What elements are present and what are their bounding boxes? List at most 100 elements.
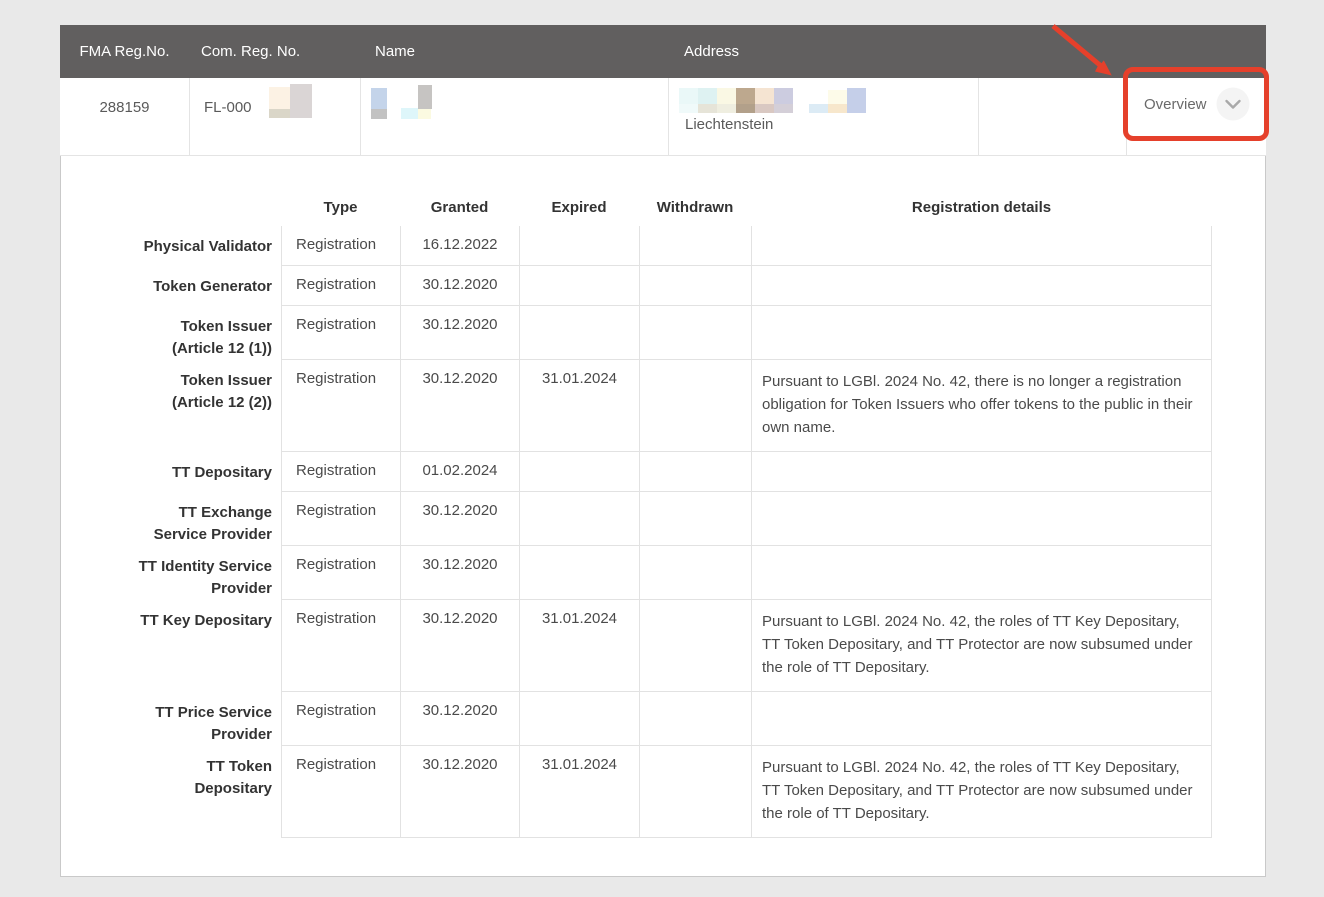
role-label: Token Issuer (Article 12 (1)) bbox=[121, 306, 272, 360]
granted-cell: 16.12.2022 bbox=[400, 226, 519, 266]
withdrawn-cell bbox=[639, 452, 751, 492]
expired-cell bbox=[519, 452, 639, 492]
granted-cell: 01.02.2024 bbox=[400, 452, 519, 492]
type-cell: Registration bbox=[281, 226, 400, 266]
empty-cell bbox=[978, 78, 1126, 155]
detail-header-granted: Granted bbox=[400, 199, 519, 216]
redaction-block bbox=[755, 104, 774, 113]
role-label: Physical Validator bbox=[121, 226, 272, 266]
role-label: TT Price Service Provider bbox=[121, 692, 272, 746]
table-row: Token Issuer (Article 12 (2)) Registrati… bbox=[61, 360, 1267, 452]
redaction-block bbox=[418, 85, 432, 109]
role-label: TT Identity Service Provider bbox=[121, 546, 272, 600]
granted-cell: 30.12.2020 bbox=[400, 692, 519, 746]
column-header-overview bbox=[1126, 25, 1266, 78]
redaction-block bbox=[755, 88, 774, 104]
redaction-block bbox=[774, 88, 793, 104]
table-row: TT Identity Service Provider Registratio… bbox=[61, 546, 1267, 600]
role-label: TT Key Depositary bbox=[121, 600, 272, 692]
overview-dropdown-button[interactable]: Overview bbox=[1144, 87, 1250, 121]
register-entry-card: FMA Reg.No. Com. Reg. No. Name Address 2… bbox=[60, 25, 1266, 877]
registration-details-cell bbox=[751, 546, 1212, 600]
redaction-block bbox=[736, 104, 755, 113]
type-cell: Registration bbox=[281, 546, 400, 600]
registration-details-cell: Pursuant to LGBl. 2024 No. 42, there is … bbox=[751, 360, 1212, 452]
table-row: TT Token Depositary Registration 30.12.2… bbox=[61, 746, 1267, 838]
redaction-block bbox=[828, 90, 847, 104]
redaction-block bbox=[290, 84, 312, 118]
redaction-block bbox=[269, 109, 290, 118]
type-cell: Registration bbox=[281, 692, 400, 746]
expired-cell: 31.01.2024 bbox=[519, 746, 639, 838]
granted-cell: 30.12.2020 bbox=[400, 266, 519, 306]
role-label: Token Issuer (Article 12 (2)) bbox=[121, 360, 272, 452]
registration-details-cell bbox=[751, 452, 1212, 492]
table-row: Token Issuer (Article 12 (1)) Registrati… bbox=[61, 306, 1267, 360]
registration-details-cell: Pursuant to LGBl. 2024 No. 42, the roles… bbox=[751, 746, 1212, 838]
withdrawn-cell bbox=[639, 266, 751, 306]
granted-cell: 30.12.2020 bbox=[400, 360, 519, 452]
overview-label: Overview bbox=[1144, 96, 1207, 113]
detail-header-spacer bbox=[121, 199, 272, 216]
detail-header-row: Type Granted Expired Withdrawn Registrat… bbox=[61, 199, 1267, 216]
table-row: TT Key Depositary Registration 30.12.202… bbox=[61, 600, 1267, 692]
redaction-block bbox=[371, 109, 387, 119]
registration-details-cell bbox=[751, 492, 1212, 546]
withdrawn-cell bbox=[639, 226, 751, 266]
address-country-text: Liechtenstein bbox=[685, 116, 773, 133]
granted-cell: 30.12.2020 bbox=[400, 746, 519, 838]
com-reg-no-cell: FL-000 bbox=[189, 78, 360, 155]
redaction-block bbox=[828, 104, 847, 113]
registration-details-cell bbox=[751, 266, 1212, 306]
withdrawn-cell bbox=[639, 306, 751, 360]
fma-reg-no-cell: 288159 bbox=[60, 78, 189, 155]
expired-cell bbox=[519, 692, 639, 746]
redaction-block bbox=[736, 88, 755, 104]
registration-details-cell bbox=[751, 226, 1212, 266]
withdrawn-cell bbox=[639, 360, 751, 452]
redaction-block bbox=[679, 104, 698, 113]
redaction-block bbox=[698, 88, 717, 104]
chevron-down-icon bbox=[1216, 87, 1250, 121]
column-header-name: Name bbox=[360, 25, 668, 78]
redaction-block bbox=[401, 108, 418, 119]
table-row: TT Price Service Provider Registration 3… bbox=[61, 692, 1267, 746]
type-cell: Registration bbox=[281, 492, 400, 546]
redaction-block bbox=[809, 104, 828, 113]
summary-header-row: FMA Reg.No. Com. Reg. No. Name Address bbox=[60, 25, 1266, 78]
table-row: Physical Validator Registration 16.12.20… bbox=[61, 226, 1267, 266]
role-label: TT Token Depositary bbox=[121, 746, 272, 838]
redaction-block bbox=[698, 104, 717, 113]
withdrawn-cell bbox=[639, 546, 751, 600]
detail-header-expired: Expired bbox=[519, 199, 639, 216]
table-row: TT Depositary Registration 01.02.2024 bbox=[61, 452, 1267, 492]
table-row: Token Generator Registration 30.12.2020 bbox=[61, 266, 1267, 306]
granted-cell: 30.12.2020 bbox=[400, 600, 519, 692]
column-header-empty bbox=[978, 25, 1126, 78]
withdrawn-cell bbox=[639, 492, 751, 546]
column-header-address: Address bbox=[668, 25, 978, 78]
detail-header-type: Type bbox=[281, 199, 400, 216]
registration-details-cell bbox=[751, 306, 1212, 360]
overview-cell: Overview bbox=[1126, 78, 1266, 155]
type-cell: Registration bbox=[281, 360, 400, 452]
detail-header-registration-details: Registration details bbox=[751, 199, 1212, 216]
granted-cell: 30.12.2020 bbox=[400, 546, 519, 600]
name-cell-redacted bbox=[360, 78, 668, 155]
registration-details-cell bbox=[751, 692, 1212, 746]
withdrawn-cell bbox=[639, 746, 751, 838]
redaction-block bbox=[269, 87, 290, 109]
redaction-block bbox=[717, 104, 736, 113]
com-reg-no-text: FL-000 bbox=[204, 99, 252, 116]
expired-cell bbox=[519, 226, 639, 266]
address-cell: Liechtenstein bbox=[668, 78, 978, 155]
expired-cell: 31.01.2024 bbox=[519, 600, 639, 692]
role-label: TT Depositary bbox=[121, 452, 272, 492]
withdrawn-cell bbox=[639, 600, 751, 692]
granted-cell: 30.12.2020 bbox=[400, 306, 519, 360]
redaction-block bbox=[679, 88, 698, 104]
redaction-block bbox=[371, 88, 387, 109]
type-cell: Registration bbox=[281, 600, 400, 692]
registration-details-cell: Pursuant to LGBl. 2024 No. 42, the roles… bbox=[751, 600, 1212, 692]
redaction-block bbox=[847, 88, 866, 113]
